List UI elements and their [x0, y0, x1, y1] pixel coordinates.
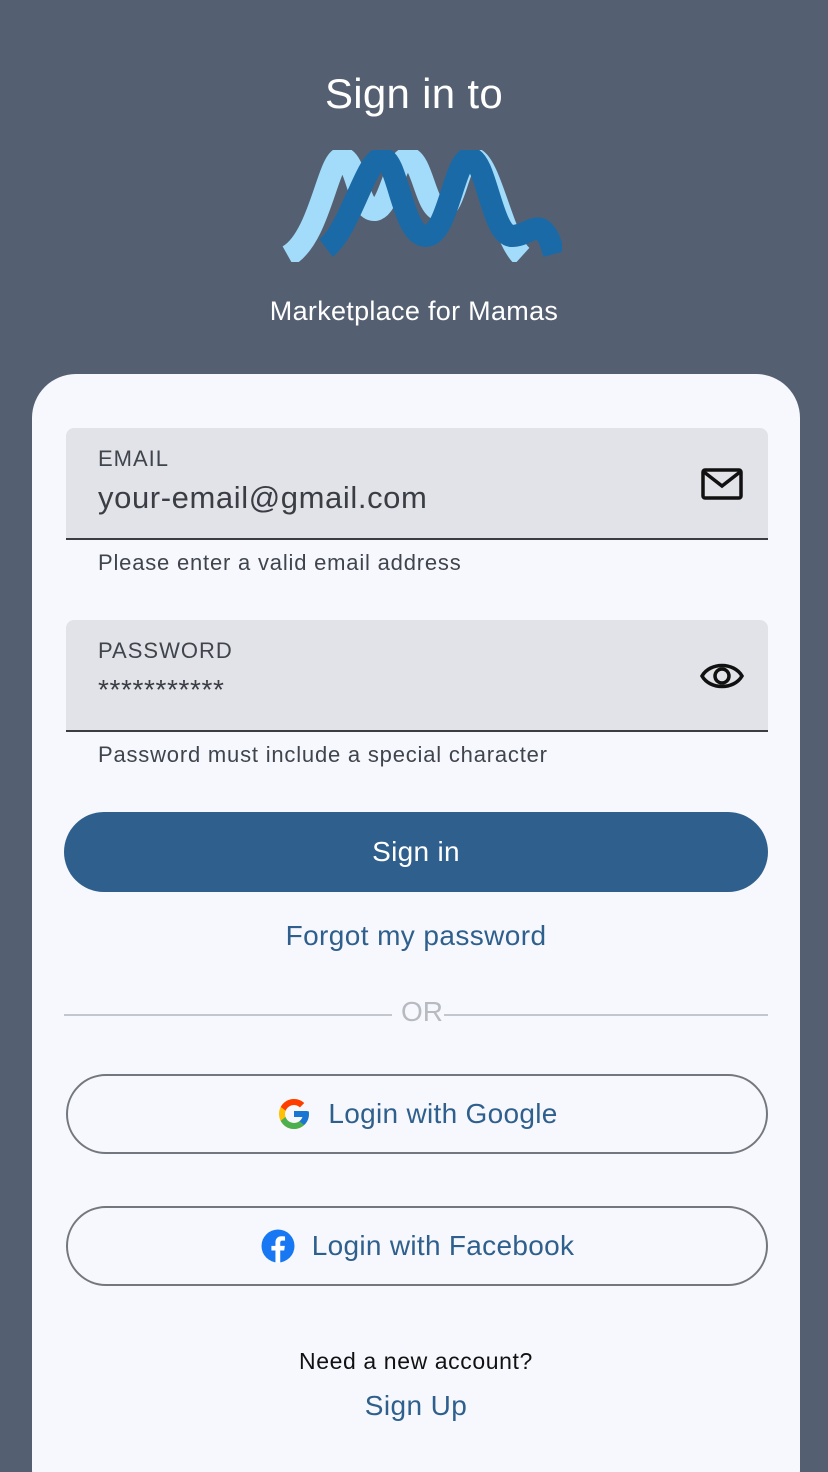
mail-icon [701, 468, 743, 500]
sign-in-card: EMAIL your-email@gmail.com Please enter … [32, 374, 800, 1472]
email-input[interactable]: your-email@gmail.com [98, 480, 427, 516]
email-helper-text: Please enter a valid email address [98, 550, 462, 575]
email-field[interactable]: EMAIL your-email@gmail.com [66, 428, 768, 540]
forgot-password-link[interactable]: Forgot my password [32, 920, 800, 952]
divider-line-right [444, 1014, 768, 1016]
google-button-label: Login with Google [328, 1098, 558, 1129]
facebook-icon [261, 1229, 295, 1263]
email-label: EMAIL [98, 446, 170, 471]
password-input[interactable]: *********** [98, 674, 224, 706]
facebook-button-label: Login with Facebook [311, 1230, 575, 1261]
password-helper-text: Password must include a special characte… [98, 742, 548, 767]
divider-or: OR [401, 996, 443, 1027]
login-with-google-button[interactable]: Login with Google [66, 1074, 768, 1154]
sign-up-link[interactable]: Sign Up [32, 1390, 800, 1422]
password-field[interactable]: PASSWORD *********** [66, 620, 768, 732]
new-account-prompt: Need a new account? [299, 1348, 533, 1374]
login-with-facebook-button[interactable]: Login with Facebook [66, 1206, 768, 1286]
divider-line-left [64, 1014, 392, 1016]
eye-icon[interactable] [700, 656, 744, 696]
google-icon [279, 1099, 310, 1129]
password-label: PASSWORD [98, 638, 233, 663]
mm-wave-logo-icon [281, 150, 562, 262]
app-name: Marketplace for Mamas [269, 296, 559, 326]
sign-in-button[interactable]: Sign in [64, 812, 768, 892]
page-title: Sign in to [324, 70, 504, 117]
